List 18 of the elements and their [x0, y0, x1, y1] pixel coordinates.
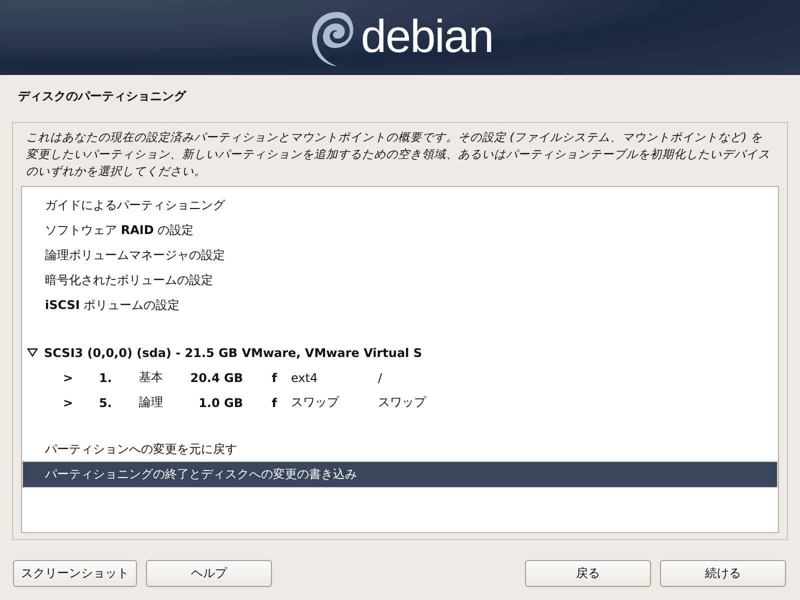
- menu-item[interactable]: iSCSI ボリュームの設定: [23, 293, 777, 318]
- partition-item[interactable]: > 1. 基本 20.4 GB f ext4 /: [23, 365, 777, 390]
- partition-item[interactable]: > 5. 論理 1.0 GB f スワップ スワップ: [23, 390, 777, 415]
- menu-item[interactable]: 論理ボリュームマネージャの設定: [23, 243, 777, 268]
- menu-item[interactable]: パーティショニングの終了とディスクへの変更の書き込み: [23, 462, 777, 487]
- expander-icon: [27, 348, 38, 357]
- screenshot-button[interactable]: スクリーンショット: [13, 560, 137, 587]
- menu-item[interactable]: ガイドによるパーティショニング: [23, 193, 777, 218]
- description-text: これはあなたの現在の設定済みパーティションとマウントポイントの概要です。その設定 (ファイルシステム、マウントポイントなど) を変更したいパーティション、新しいパーティションを追加するための空き領域、あるいはパーティションテーブルを初期化したいデバイスのいずれかを選択してください。: [25, 129, 771, 180]
- menu-item[interactable]: ソフトウェア RAID の設定: [23, 218, 777, 243]
- help-button[interactable]: ヘルプ: [146, 560, 272, 587]
- disk-item[interactable]: SCSI3 (0,0,0) (sda) - 21.5 GB VMware, VMware Virtual S: [23, 340, 777, 365]
- menu-item[interactable]: パーティションへの変更を元に戻す: [23, 437, 777, 462]
- page-title: ディスクのパーティショニング: [17, 88, 188, 105]
- continue-button[interactable]: 続ける: [660, 560, 786, 587]
- logo-text: debian: [360, 8, 494, 62]
- back-button[interactable]: 戻る: [525, 560, 651, 587]
- menu-item[interactable]: 暗号化されたボリュームの設定: [23, 268, 777, 293]
